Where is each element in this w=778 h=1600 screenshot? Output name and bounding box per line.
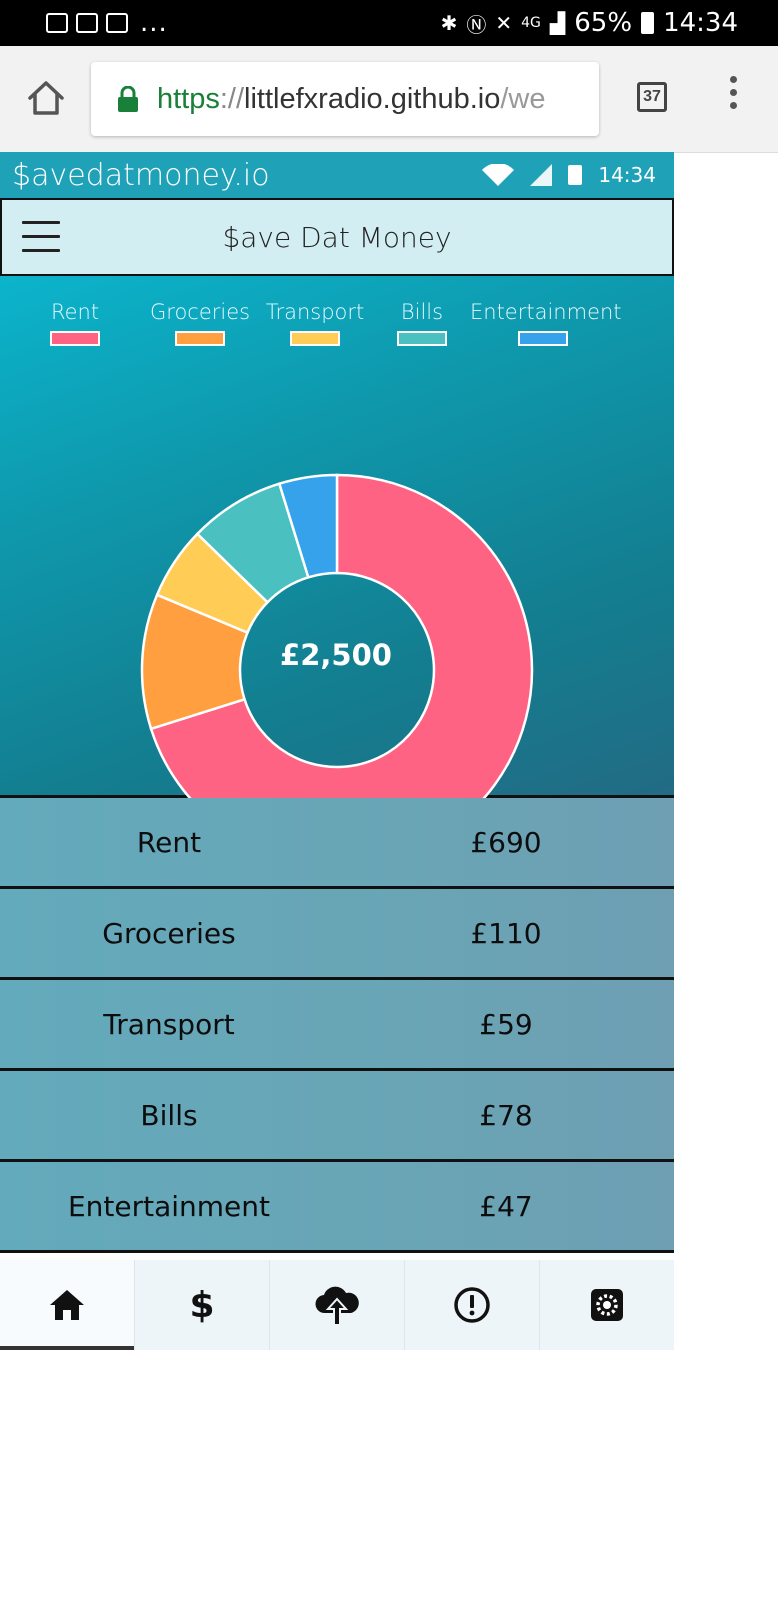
phone-time: 14:34 [663,8,738,38]
url-text[interactable]: https://littlefxradio.github.io/we [157,83,546,116]
expense-row-groceries[interactable]: Groceries £110 [0,889,674,980]
expense-list: Rent £690 Groceries £110 Transport £59 B… [0,798,674,1253]
lock-icon [118,86,138,112]
expense-name: Entertainment [67,1189,271,1223]
expense-name: Groceries [102,916,236,950]
alert-icon [454,1287,490,1323]
url-host: littlefxradio.github.io [244,82,501,115]
outlook-notification-icon [76,13,98,33]
battery-icon [568,165,583,185]
home-icon[interactable] [26,78,66,118]
hamburger-menu-icon[interactable] [22,221,60,253]
app-status-bar: $avedatmoney.io 14:34 [0,152,674,198]
chart-panel: Rent Groceries Transport Bills Entertain… [0,276,674,798]
page-title: $ave Dat Money [222,220,452,254]
nav-settings[interactable] [540,1260,674,1350]
expense-name: Bills [140,1098,198,1132]
gmail-notification-icon [106,13,128,33]
expense-amount: £47 [479,1189,533,1223]
bottom-navigation: $ [0,1260,674,1350]
signal-icon: ▟ [549,11,566,35]
expense-row-transport[interactable]: Transport £59 [0,980,674,1071]
phone-status-bar: ... ✱ Ⓝ ✕ 4G ▟ 65% 14:34 [0,0,778,46]
expense-row-bills[interactable]: Bills £78 [0,1071,674,1162]
expense-amount: £690 [470,825,542,859]
wifi-icon [482,164,515,186]
app-status-time: 14:34 [598,163,656,187]
network-type: 4G [521,15,541,31]
expense-amount: £59 [479,1007,533,1041]
battery-percent: 65% [574,8,633,38]
url-scheme: https [157,82,220,115]
home-icon [50,1290,84,1320]
tab-switcher-button[interactable]: 37 [637,82,667,112]
expense-amount: £78 [479,1098,533,1132]
address-bar[interactable]: https://littlefxradio.github.io/we [91,62,599,136]
dollar-icon: $ [189,1284,215,1326]
url-separator: :// [219,82,245,115]
app-frame: $avedatmoney.io 14:34 $ave Dat Money Ren… [0,152,674,1350]
expense-name: Transport [103,1007,235,1041]
nav-upload[interactable] [270,1260,405,1350]
nav-expenses[interactable]: $ [135,1260,270,1350]
system-indicators: ✱ Ⓝ ✕ 4G ▟ 65% 14:34 [441,8,738,38]
nfc-icon: Ⓝ [466,12,487,37]
gallery-notification-icon [46,13,68,33]
app-status-indicators: 14:34 [482,163,656,187]
chart-center-total: £2,500 [280,638,392,672]
signal-icon [530,164,553,186]
app-header: $ave Dat Money [0,198,674,276]
nav-home[interactable] [0,1260,135,1350]
expense-amount: £110 [470,916,542,950]
browser-toolbar: https://littlefxradio.github.io/we 37 [0,46,778,153]
notification-icons: ... [46,8,168,38]
cloud-upload-icon [315,1286,359,1325]
expense-name: Rent [136,825,202,859]
expense-row-rent[interactable]: Rent £690 [0,798,674,889]
bluetooth-icon: ✱ [440,11,458,35]
app-status-title: $avedatmoney.io [12,157,270,193]
more-notifications: ... [140,8,168,38]
browser-menu-icon[interactable] [725,76,741,118]
url-path: /we [500,82,546,115]
battery-icon [641,12,655,34]
mute-icon: ✕ [495,11,513,35]
settings-icon [591,1289,623,1321]
donut-chart [140,473,534,798]
expense-row-entertainment[interactable]: Entertainment £47 [0,1162,674,1253]
nav-alerts[interactable] [405,1260,540,1350]
